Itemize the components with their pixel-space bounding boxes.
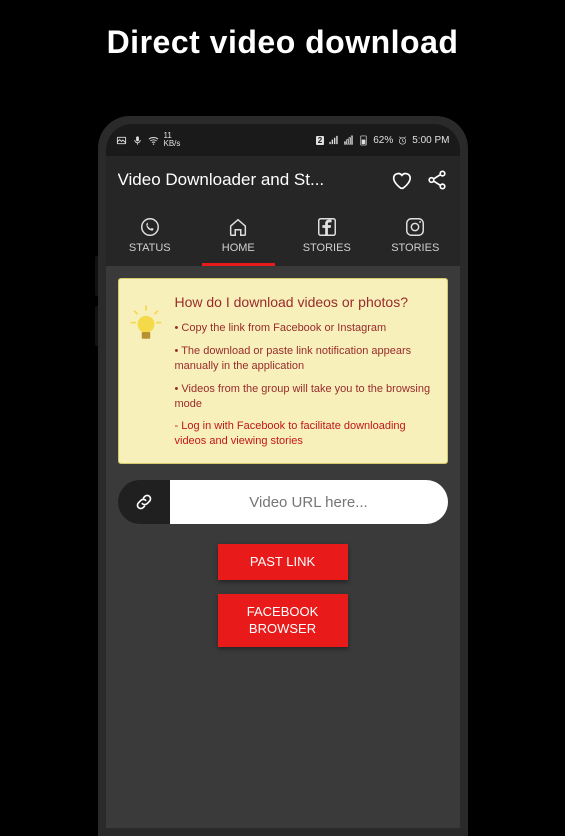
url-input[interactable] — [170, 480, 448, 524]
signal-icon — [328, 135, 339, 146]
info-item: • The download or paste link notificatio… — [175, 344, 433, 374]
mic-icon — [132, 135, 143, 146]
phone-side-button — [95, 256, 98, 296]
tab-home[interactable]: HOME — [194, 204, 283, 266]
info-item: • Videos from the group will take you to… — [175, 382, 433, 412]
content-area: How do I download videos or photos? • Co… — [106, 266, 460, 659]
heart-icon[interactable] — [390, 169, 412, 191]
alarm-icon — [397, 135, 408, 146]
tab-label: STORIES — [303, 242, 351, 254]
phone-side-button — [95, 306, 98, 346]
whatsapp-icon — [139, 216, 161, 238]
info-item: • Copy the link from Facebook or Instagr… — [175, 321, 433, 336]
tab-label: STATUS — [129, 242, 171, 254]
network-speed: 11 KB/s — [164, 132, 181, 148]
tab-instagram-stories[interactable]: STORIES — [371, 204, 460, 266]
wifi-icon — [148, 135, 159, 146]
app-title: Video Downloader and St... — [118, 170, 376, 190]
info-box: How do I download videos or photos? • Co… — [118, 278, 448, 464]
lightbulb-icon — [129, 305, 163, 347]
phone-screen: 11 KB/s 2 62% 5:00 PM Video Downloader a… — [106, 124, 460, 828]
status-bar: 11 KB/s 2 62% 5:00 PM — [106, 124, 460, 156]
home-icon — [227, 216, 249, 238]
link-icon-button[interactable] — [118, 480, 170, 524]
battery-percent: 62% — [373, 135, 393, 146]
share-icon[interactable] — [426, 169, 448, 191]
battery-icon — [358, 135, 369, 146]
info-warning: - Log in with Facebook to facilitate dow… — [175, 419, 433, 449]
info-title: How do I download videos or photos? — [175, 293, 433, 311]
tab-label: HOME — [222, 242, 255, 254]
paste-link-button[interactable]: PAST LINK — [218, 544, 348, 580]
phone-frame: 11 KB/s 2 62% 5:00 PM Video Downloader a… — [98, 116, 468, 836]
signal-icon — [343, 135, 354, 146]
page-heading: Direct video download — [0, 0, 565, 61]
facebook-browser-button[interactable]: FACEBOOKBROWSER — [218, 594, 348, 647]
clock-time: 5:00 PM — [412, 135, 449, 146]
tab-status[interactable]: STATUS — [106, 204, 195, 266]
url-row — [118, 480, 448, 524]
image-icon — [116, 135, 127, 146]
instagram-icon — [404, 216, 426, 238]
facebook-icon — [316, 216, 338, 238]
app-bar: Video Downloader and St... — [106, 156, 460, 204]
tab-facebook-stories[interactable]: STORIES — [283, 204, 372, 266]
sim-indicator: 2 — [316, 136, 324, 145]
tab-label: STORIES — [391, 242, 439, 254]
link-icon — [134, 492, 154, 512]
tab-bar: STATUS HOME STORIES STORIES — [106, 204, 460, 266]
